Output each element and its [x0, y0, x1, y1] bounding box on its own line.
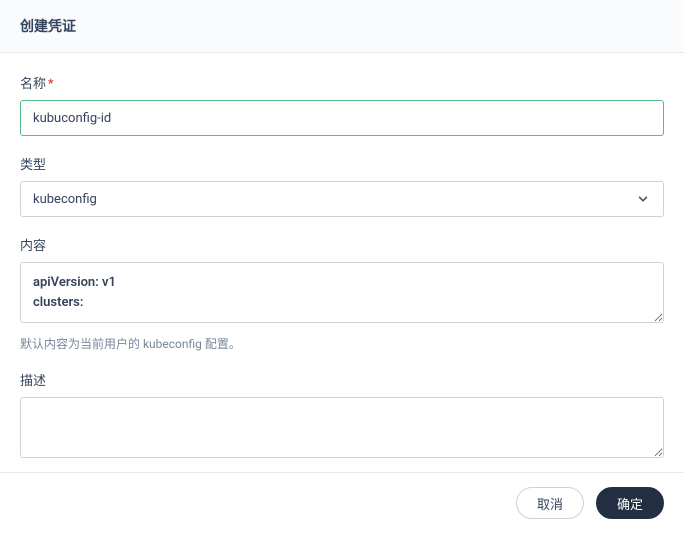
confirm-button[interactable]: 确定: [596, 487, 664, 519]
name-label-text: 名称: [20, 77, 46, 92]
create-credential-dialog: 创建凭证 名称* 类型 kubeconfig 内容 默认内容为当前用户的 kub…: [0, 0, 684, 533]
dialog-title: 创建凭证: [20, 16, 664, 36]
chevron-down-icon: [635, 191, 651, 207]
dialog-header: 创建凭证: [0, 0, 684, 53]
name-label: 名称*: [20, 73, 664, 92]
content-hint: 默认内容为当前用户的 kubeconfig 配置。: [20, 335, 664, 352]
cancel-button[interactable]: 取消: [516, 487, 584, 519]
desc-textarea[interactable]: [20, 397, 664, 458]
form-group-description: 描述 描述可包含任意字符，最长 256 个字符。: [20, 370, 664, 472]
form-group-content: 内容 默认内容为当前用户的 kubeconfig 配置。: [20, 235, 664, 352]
dialog-footer: 取消 确定: [0, 472, 684, 533]
content-textarea[interactable]: [20, 262, 664, 323]
type-select[interactable]: kubeconfig: [20, 181, 664, 217]
content-label: 内容: [20, 235, 664, 254]
desc-label: 描述: [20, 370, 664, 389]
type-label: 类型: [20, 154, 664, 173]
name-input[interactable]: [20, 100, 664, 136]
required-star: *: [48, 77, 54, 92]
dialog-body: 名称* 类型 kubeconfig 内容 默认内容为当前用户的 kubeconf…: [0, 53, 684, 472]
form-group-type: 类型 kubeconfig: [20, 154, 664, 217]
form-group-name: 名称*: [20, 73, 664, 136]
type-select-value: kubeconfig: [33, 192, 97, 207]
